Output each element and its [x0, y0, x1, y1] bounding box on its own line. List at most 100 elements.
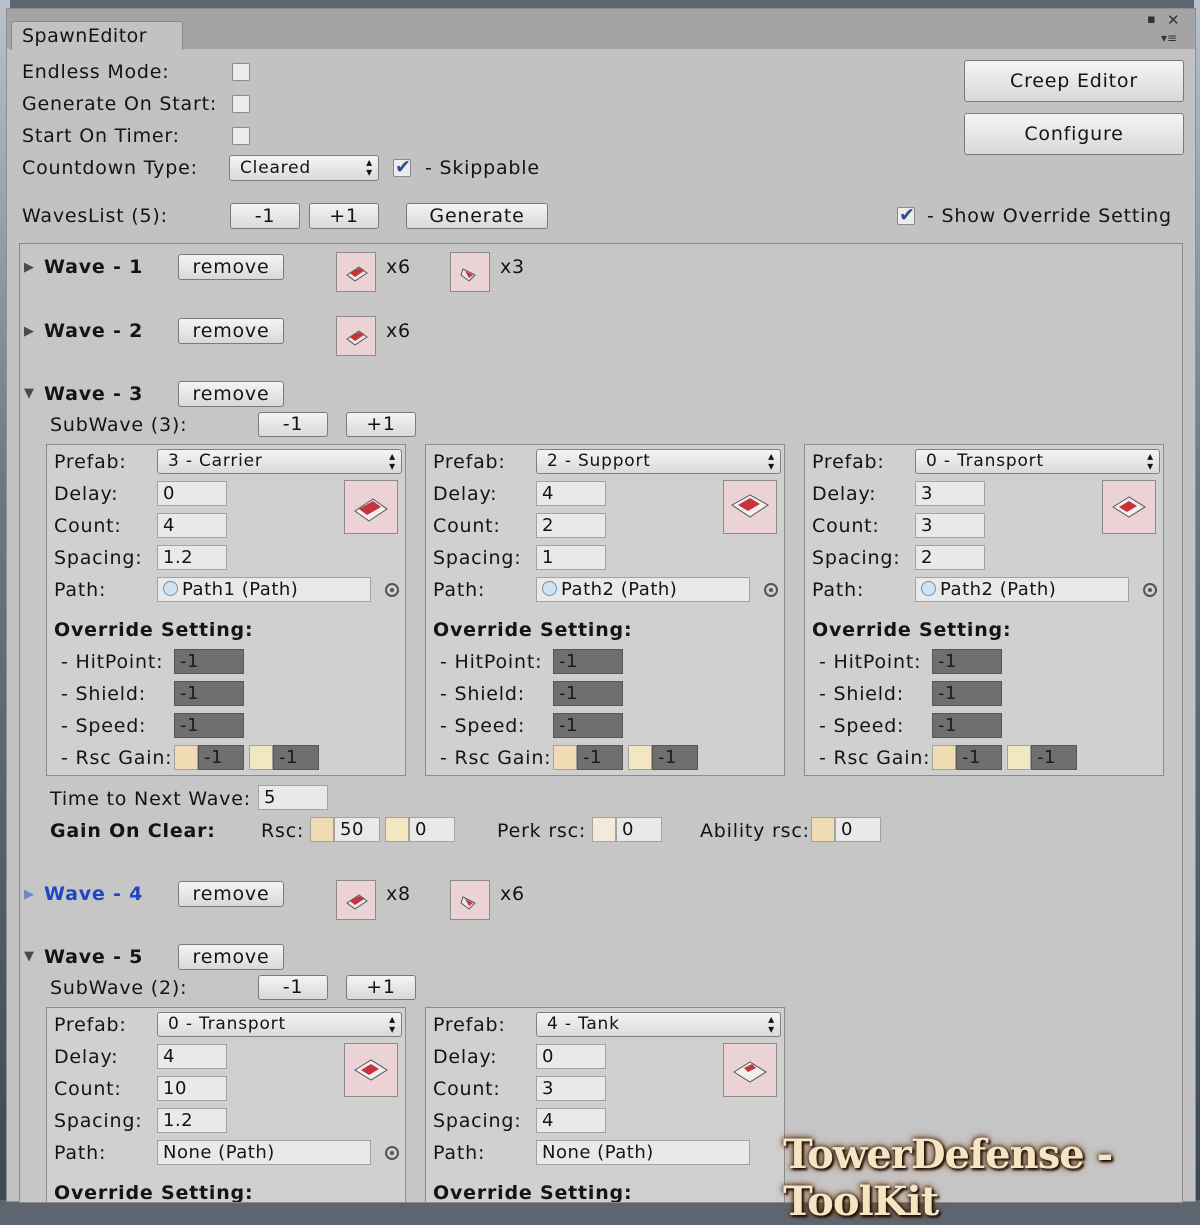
foldout-collapsed-icon[interactable]: ▶ [24, 324, 34, 339]
wave-3-remove-button[interactable]: remove [178, 381, 284, 407]
gain-perk-field[interactable]: 0 [616, 817, 662, 842]
spacing-label: Spacing: [812, 547, 901, 569]
gain-ability-field[interactable]: 0 [835, 817, 881, 842]
prefab-preview-icon [344, 1043, 398, 1097]
gain-rsc-field[interactable]: 50 [334, 817, 380, 842]
wave-4-remove-button[interactable]: remove [178, 881, 284, 907]
shield-field[interactable]: -1 [174, 681, 244, 706]
tab-spawn-editor[interactable]: SpawnEditor [11, 21, 183, 50]
count-field[interactable]: 4 [157, 513, 227, 538]
rsc-gain-field[interactable]: -1 [652, 745, 698, 770]
count-field[interactable]: 3 [915, 513, 985, 538]
countdown-type-value: Cleared [240, 158, 311, 178]
object-picker-icon[interactable] [764, 583, 778, 597]
delay-field[interactable]: 0 [536, 1044, 606, 1069]
generate-on-start-checkbox[interactable] [232, 95, 250, 113]
object-picker-icon[interactable] [385, 583, 399, 597]
wave-4-unit-count: x6 [500, 883, 525, 905]
waveslist-minus-button[interactable]: -1 [230, 203, 300, 229]
skippable-checkbox[interactable] [393, 156, 411, 178]
wave-3-title[interactable]: Wave - 3 [44, 383, 143, 405]
subwave-minus-button[interactable]: -1 [258, 975, 328, 1000]
subwave-minus-button[interactable]: -1 [258, 412, 328, 437]
path-field[interactable]: Path1 (Path) [157, 577, 371, 602]
start-on-timer-checkbox[interactable] [232, 127, 250, 145]
path-field[interactable]: None (Path) [536, 1140, 750, 1165]
time-next-wave-label: Time to Next Wave: [50, 788, 251, 810]
wave-1-remove-button[interactable]: remove [178, 254, 284, 280]
subwave-plus-button[interactable]: +1 [346, 412, 416, 437]
prefab-dropdown[interactable]: 4 - Tank ▴ ▾ [536, 1012, 781, 1037]
count-field[interactable]: 3 [536, 1076, 606, 1101]
count-field[interactable]: 2 [536, 513, 606, 538]
override-setting-label: Override Setting: [433, 619, 633, 641]
foldout-collapsed-icon[interactable]: ▶ [24, 887, 34, 902]
creep-icon [450, 880, 490, 920]
path-field[interactable]: Path2 (Path) [536, 577, 750, 602]
hitpoint-field[interactable]: -1 [174, 649, 244, 674]
spacing-field[interactable]: 1.2 [157, 1108, 227, 1133]
spacing-field[interactable]: 1.2 [157, 545, 227, 570]
delay-field[interactable]: 4 [157, 1044, 227, 1069]
delay-label: Delay: [54, 1046, 119, 1068]
foldout-expanded-icon[interactable]: ▼ [24, 949, 34, 964]
wave-5-remove-button[interactable]: remove [178, 944, 284, 970]
rsc-gain-field[interactable]: -1 [198, 745, 244, 770]
tab-bar: SpawnEditor ▪ ✕ ▾≡ [7, 9, 1195, 50]
endless-mode-checkbox[interactable] [232, 63, 250, 81]
waveslist-plus-button[interactable]: +1 [309, 203, 379, 229]
foldout-expanded-icon[interactable]: ▼ [24, 386, 34, 401]
countdown-type-dropdown[interactable]: Cleared ▴ ▾ [229, 155, 379, 181]
menu-icon[interactable]: ▾≡ [1161, 31, 1177, 45]
rsc-gain-field[interactable]: -1 [1031, 745, 1077, 770]
rsc-gain-field[interactable]: -1 [273, 745, 319, 770]
prefab-label: Prefab: [812, 451, 885, 473]
configure-button[interactable]: Configure [964, 113, 1184, 155]
creep-editor-button[interactable]: Creep Editor [964, 60, 1184, 102]
time-next-wave-field[interactable]: 5 [258, 785, 328, 810]
rsc-gain-field[interactable]: -1 [956, 745, 1002, 770]
delay-field[interactable]: 0 [157, 481, 227, 506]
object-picker-icon[interactable] [385, 1146, 399, 1160]
foldout-collapsed-icon[interactable]: ▶ [24, 260, 34, 275]
prefab-dropdown[interactable]: 0 - Transport ▴ ▾ [157, 1012, 402, 1037]
wave-4-title[interactable]: Wave - 4 [44, 883, 143, 905]
spacing-field[interactable]: 4 [536, 1108, 606, 1133]
prefab-dropdown[interactable]: 2 - Support ▴ ▾ [536, 449, 781, 474]
delay-label: Delay: [54, 483, 119, 505]
delay-field[interactable]: 3 [915, 481, 985, 506]
hitpoint-field[interactable]: -1 [553, 649, 623, 674]
close-icon[interactable]: ✕ [1167, 11, 1180, 29]
delay-label: Delay: [433, 483, 498, 505]
subwave-plus-button[interactable]: +1 [346, 975, 416, 1000]
delay-field[interactable]: 4 [536, 481, 606, 506]
show-override-label: - Show Override Setting [927, 205, 1172, 227]
wave-5-title[interactable]: Wave - 5 [44, 946, 143, 968]
path-label: Path: [54, 579, 107, 601]
count-field[interactable]: 10 [157, 1076, 227, 1101]
prefab-dropdown[interactable]: 0 - Transport ▴ ▾ [915, 449, 1160, 474]
subwave-card: Prefab: 0 - Transport ▴ ▾ Delay: 3 Count: … [804, 444, 1164, 776]
object-picker-icon[interactable] [1143, 583, 1157, 597]
path-field[interactable]: None (Path) [157, 1140, 371, 1165]
speed-field[interactable]: -1 [174, 713, 244, 738]
prefab-dropdown[interactable]: 3 - Carrier ▴ ▾ [157, 449, 402, 474]
path-field[interactable]: Path2 (Path) [915, 577, 1129, 602]
shield-field[interactable]: -1 [932, 681, 1002, 706]
shield-field[interactable]: -1 [553, 681, 623, 706]
spacing-field[interactable]: 2 [915, 545, 985, 570]
gain-rsc-field[interactable]: 0 [409, 817, 455, 842]
generate-button[interactable]: Generate [406, 203, 548, 229]
speed-field[interactable]: -1 [553, 713, 623, 738]
rsc-gain-field[interactable]: -1 [577, 745, 623, 770]
rsc-label: Rsc: [261, 820, 305, 842]
speed-field[interactable]: -1 [932, 713, 1002, 738]
wave-1-title[interactable]: Wave - 1 [44, 256, 143, 278]
show-override-checkbox[interactable] [897, 204, 915, 226]
maximize-icon[interactable]: ▪ [1147, 12, 1156, 27]
wave-2-title[interactable]: Wave - 2 [44, 320, 143, 342]
spacing-field[interactable]: 1 [536, 545, 606, 570]
ability-rsc-label: Ability rsc: [700, 820, 810, 842]
wave-2-remove-button[interactable]: remove [178, 318, 284, 344]
hitpoint-field[interactable]: -1 [932, 649, 1002, 674]
